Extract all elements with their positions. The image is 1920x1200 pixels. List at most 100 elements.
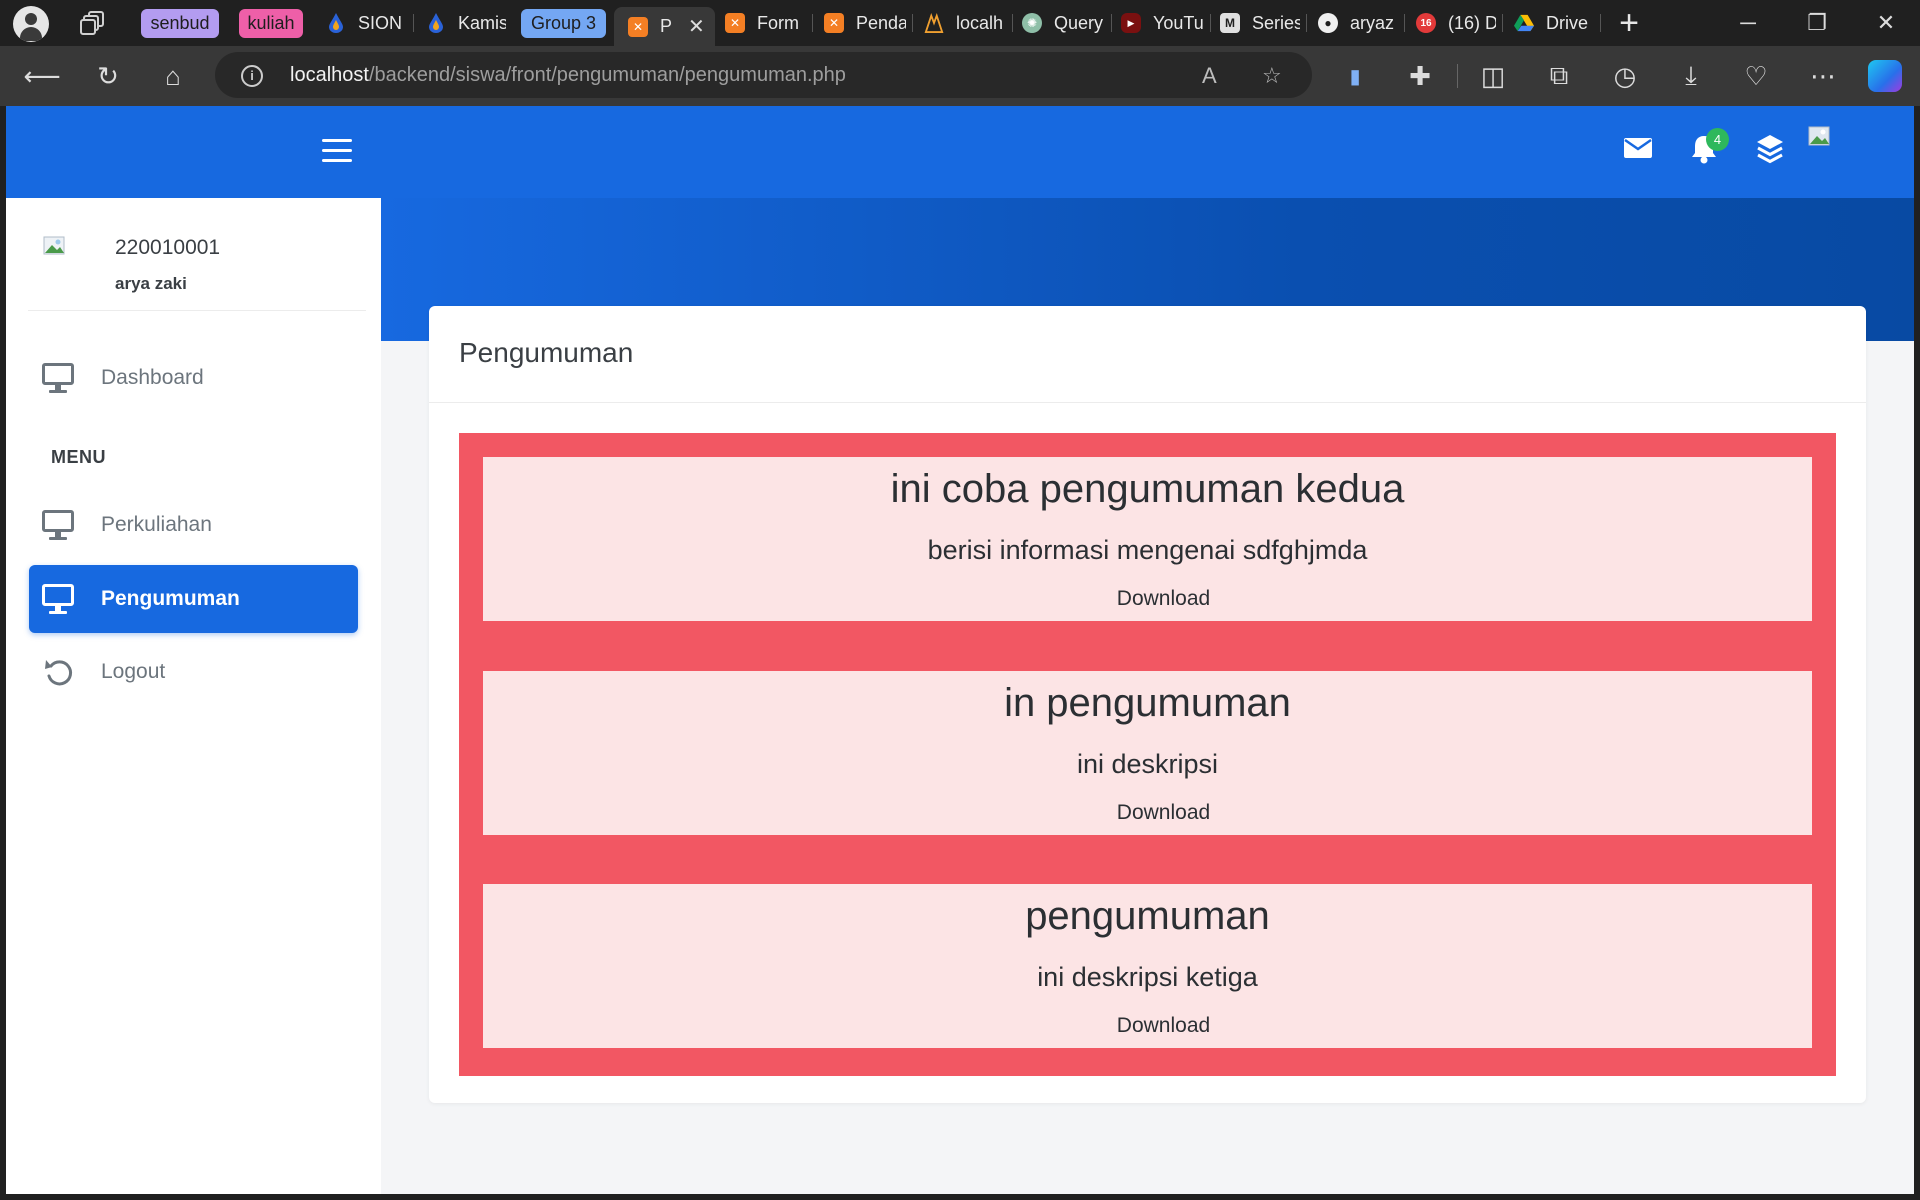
tab-group-senbud[interactable]: senbud	[141, 9, 219, 38]
tab-notifications[interactable]: 16 (16) D	[1416, 7, 1496, 39]
extension-icon[interactable]: ▮	[1335, 56, 1375, 96]
address-bar[interactable]: i localhost/backend/siswa/front/pengumum…	[215, 52, 1312, 98]
sidebar-item-label: Pengumuman	[101, 587, 240, 610]
sidebar-item-label: Perkuliahan	[101, 513, 212, 536]
tab-label: Kamis	[458, 12, 506, 33]
sidebar-item-pengumuman[interactable]: Pengumuman	[29, 565, 358, 633]
tab-form[interactable]: ✕ Form	[725, 7, 807, 39]
announcement-item: ini coba pengumuman kedua berisi informa…	[483, 457, 1812, 621]
site-info-icon[interactable]: i	[241, 65, 263, 87]
phpmyadmin-icon	[924, 13, 944, 33]
download-link[interactable]: Download	[483, 1014, 1844, 1038]
tab-youtube[interactable]: ▶ YouTu	[1121, 7, 1203, 39]
announcement-title: ini coba pengumuman kedua	[890, 467, 1405, 511]
url-text[interactable]: localhost/backend/siswa/front/pengumuman…	[290, 64, 846, 87]
announcement-card: Pengumuman ini coba pengumuman kedua ber…	[429, 306, 1866, 1103]
monitor-icon	[42, 363, 74, 393]
drive-icon	[1514, 13, 1534, 33]
user-panel: 220010001 arya zaki	[6, 198, 381, 308]
tab-label: Query	[1054, 12, 1104, 33]
restore-icon[interactable]: ❐	[1795, 4, 1839, 42]
tab-github[interactable]: ● aryaz	[1318, 7, 1398, 39]
tab-label: Drive	[1546, 12, 1589, 33]
top-navbar	[381, 106, 1914, 198]
tab-penda[interactable]: ✕ Penda	[824, 7, 906, 39]
announcement-description: ini deskripsi	[1076, 749, 1219, 779]
tab-series[interactable]: M Series	[1220, 7, 1300, 39]
medium-icon: M	[1220, 13, 1240, 33]
read-aloud-icon[interactable]: A	[1202, 63, 1217, 89]
tab-divider	[1111, 14, 1112, 32]
download-link[interactable]: Download	[483, 587, 1844, 611]
collections-icon[interactable]: ⧉	[1539, 56, 1579, 96]
downloads-icon[interactable]: ⤓	[1671, 56, 1711, 96]
tab-active-pengumuman[interactable]: ✕ P ✕	[614, 7, 715, 46]
sidebar-item-dashboard[interactable]: Dashboard	[29, 344, 358, 412]
page-title: Pengumuman	[459, 337, 634, 368]
favorite-star-icon[interactable]: ☆	[1262, 63, 1282, 89]
hamburger-menu-icon[interactable]	[322, 139, 352, 163]
sidebar-item-perkuliahan[interactable]: Perkuliahan	[29, 491, 358, 559]
minimize-icon[interactable]: ─	[1726, 4, 1770, 42]
sidebar: 220010001 arya zaki Dashboard MENU Perku…	[6, 106, 381, 1194]
envelope-icon[interactable]	[1623, 136, 1659, 172]
tab-label: YouTu	[1153, 12, 1203, 33]
sidebar-item-label: Dashboard	[101, 366, 204, 389]
user-id: 220010001	[115, 236, 221, 259]
tab-group-group-3[interactable]: Group 3	[521, 9, 606, 38]
back-icon[interactable]: ⟵	[22, 56, 62, 96]
divider	[429, 402, 1866, 403]
tab-kamis[interactable]: Kamis	[426, 7, 506, 39]
close-tab-icon[interactable]: ✕	[688, 14, 705, 39]
tab-label: localh	[956, 12, 1004, 33]
announcement-item: pengumuman ini deskripsi ketiga Download	[483, 884, 1812, 1048]
announcement-description: ini deskripsi ketiga	[1037, 962, 1258, 992]
monitor-icon	[42, 584, 74, 614]
tab-label: SION	[358, 12, 403, 33]
split-screen-icon[interactable]: ◫	[1473, 56, 1513, 96]
more-menu-icon[interactable]: ⋯	[1803, 56, 1843, 96]
sidebar-item-label: Logout	[101, 660, 166, 683]
tab-drive[interactable]: Drive	[1514, 7, 1594, 39]
download-link[interactable]: Download	[483, 801, 1844, 825]
user-name: arya zaki	[115, 274, 187, 293]
tab-label: Penda	[856, 12, 906, 33]
tab-localhost[interactable]: localh	[924, 7, 1004, 39]
tab-group-kuliah[interactable]: kuliah	[239, 9, 303, 38]
announcement-item: in pengumuman ini deskripsi Download	[483, 671, 1812, 835]
monitor-icon	[42, 510, 74, 540]
youtube-icon: ▶	[1121, 13, 1141, 33]
tab-label: Form	[757, 12, 799, 33]
menu-heading: MENU	[51, 447, 106, 467]
profile-avatar-icon[interactable]	[13, 6, 49, 42]
close-window-icon[interactable]: ✕	[1864, 4, 1908, 42]
tab-sion[interactable]: SION	[326, 7, 406, 39]
tab-query[interactable]: ✺ Query	[1022, 7, 1105, 39]
notification-count-badge: 4	[1706, 128, 1729, 151]
tab-divider	[812, 14, 813, 32]
github-icon: ●	[1318, 13, 1338, 33]
divider	[28, 310, 366, 311]
reload-icon[interactable]: ↻	[88, 56, 128, 96]
workspaces-icon[interactable]	[80, 11, 106, 35]
tab-divider	[1210, 14, 1211, 32]
xampp-icon: ✕	[725, 13, 745, 33]
drop-icon	[326, 13, 346, 33]
sidebar-item-logout[interactable]: Logout	[29, 638, 358, 706]
history-icon[interactable]: ◷	[1605, 56, 1645, 96]
avatar	[43, 236, 67, 256]
tab-divider	[1600, 14, 1601, 32]
undo-icon	[42, 657, 74, 687]
tab-label: Series	[1252, 12, 1300, 33]
extensions-puzzle-icon[interactable]: ✚	[1400, 56, 1440, 96]
tab-divider	[1012, 14, 1013, 32]
copilot-icon[interactable]	[1868, 60, 1902, 92]
drop-icon	[426, 13, 446, 33]
browser-essentials-icon[interactable]: ♡	[1736, 56, 1776, 96]
xampp-icon: ✕	[824, 13, 844, 33]
new-tab-icon[interactable]: +	[1612, 6, 1646, 40]
toolbar-divider	[1457, 64, 1458, 88]
user-avatar-image[interactable]	[1808, 126, 1832, 148]
home-icon[interactable]: ⌂	[153, 56, 193, 96]
layers-icon[interactable]	[1755, 133, 1791, 169]
